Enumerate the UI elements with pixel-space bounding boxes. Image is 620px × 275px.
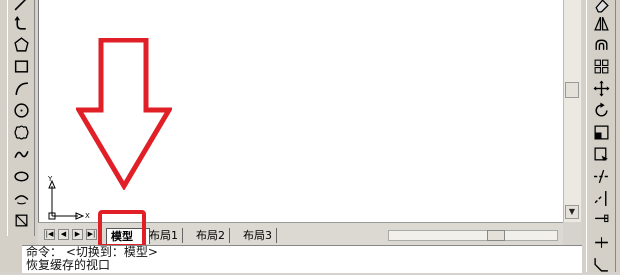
polygon-icon[interactable] — [10, 33, 32, 55]
vertical-scroll-thumb[interactable] — [565, 82, 579, 98]
spline-icon[interactable] — [10, 143, 32, 165]
revcloud-icon[interactable] — [10, 121, 32, 143]
array-icon[interactable] — [590, 55, 612, 77]
join-icon[interactable] — [590, 231, 612, 253]
circle-icon[interactable] — [10, 99, 32, 121]
rotate-icon[interactable] — [590, 99, 612, 121]
mirror-icon[interactable] — [590, 12, 612, 34]
horizontal-scroll-thumb[interactable] — [487, 230, 505, 241]
extend-icon[interactable] — [590, 187, 612, 209]
horizontal-scrollbar[interactable] — [388, 230, 558, 241]
prev-tab-button[interactable]: ◀ — [58, 229, 69, 240]
ucs-y-label: Y — [47, 175, 53, 183]
trim-icon[interactable] — [590, 165, 612, 187]
draw-toolbar — [0, 0, 36, 272]
command-line[interactable]: 命令： <切换到：模型> 恢复缓存的视口 — [22, 245, 582, 273]
scale-icon[interactable] — [590, 121, 612, 143]
first-tab-button[interactable]: |◀ — [44, 229, 55, 240]
ellipse-icon[interactable] — [10, 165, 32, 187]
insert-block-icon[interactable] — [10, 209, 32, 231]
modify-toolbar — [582, 0, 620, 272]
command-history-line: 恢复缓存的视口 — [26, 258, 111, 272]
rectangle-icon[interactable] — [10, 55, 32, 77]
polyline-icon[interactable] — [10, 12, 32, 34]
last-tab-button[interactable]: ▶| — [86, 229, 97, 240]
stretch-icon[interactable] — [590, 143, 612, 165]
tab-layout1[interactable]: 布局1 — [145, 228, 183, 243]
offset-icon[interactable] — [590, 33, 612, 55]
move-icon[interactable] — [590, 77, 612, 99]
tab-layout3[interactable]: 布局3 — [239, 228, 277, 243]
break-icon[interactable] — [590, 209, 612, 231]
ellipse-arc-icon[interactable] — [10, 187, 32, 209]
scroll-down-button[interactable]: ▼ — [565, 205, 579, 219]
tab-layout2[interactable]: 布局2 — [192, 228, 230, 243]
vertical-scrollbar[interactable]: ▼ — [563, 0, 581, 222]
arc-icon[interactable] — [10, 77, 32, 99]
red-down-arrow-annotation — [76, 38, 172, 190]
model-tab-highlight-annotation — [98, 210, 146, 248]
ucs-x-label: X — [85, 212, 90, 220]
next-tab-button[interactable]: ▶ — [72, 229, 83, 240]
